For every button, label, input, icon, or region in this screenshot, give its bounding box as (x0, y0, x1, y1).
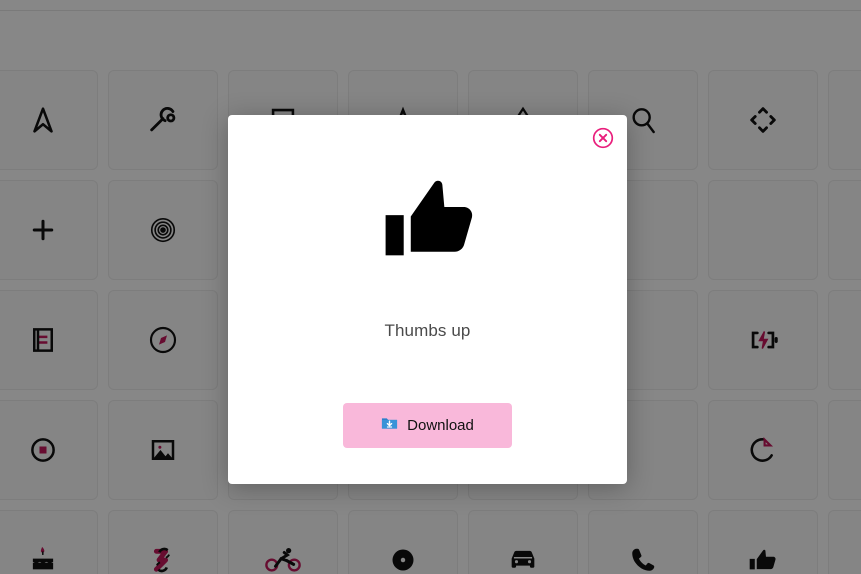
download-button-label: Download (407, 417, 474, 434)
thumbs-up-icon (375, 167, 481, 273)
icon-preview-dialog: Thumbs up Download (228, 115, 627, 484)
icon-title: Thumbs up (384, 321, 471, 340)
download-button[interactable]: Download (343, 403, 512, 448)
download-folder-icon (381, 415, 398, 436)
dialog-body: Thumbs up Download (228, 115, 627, 484)
